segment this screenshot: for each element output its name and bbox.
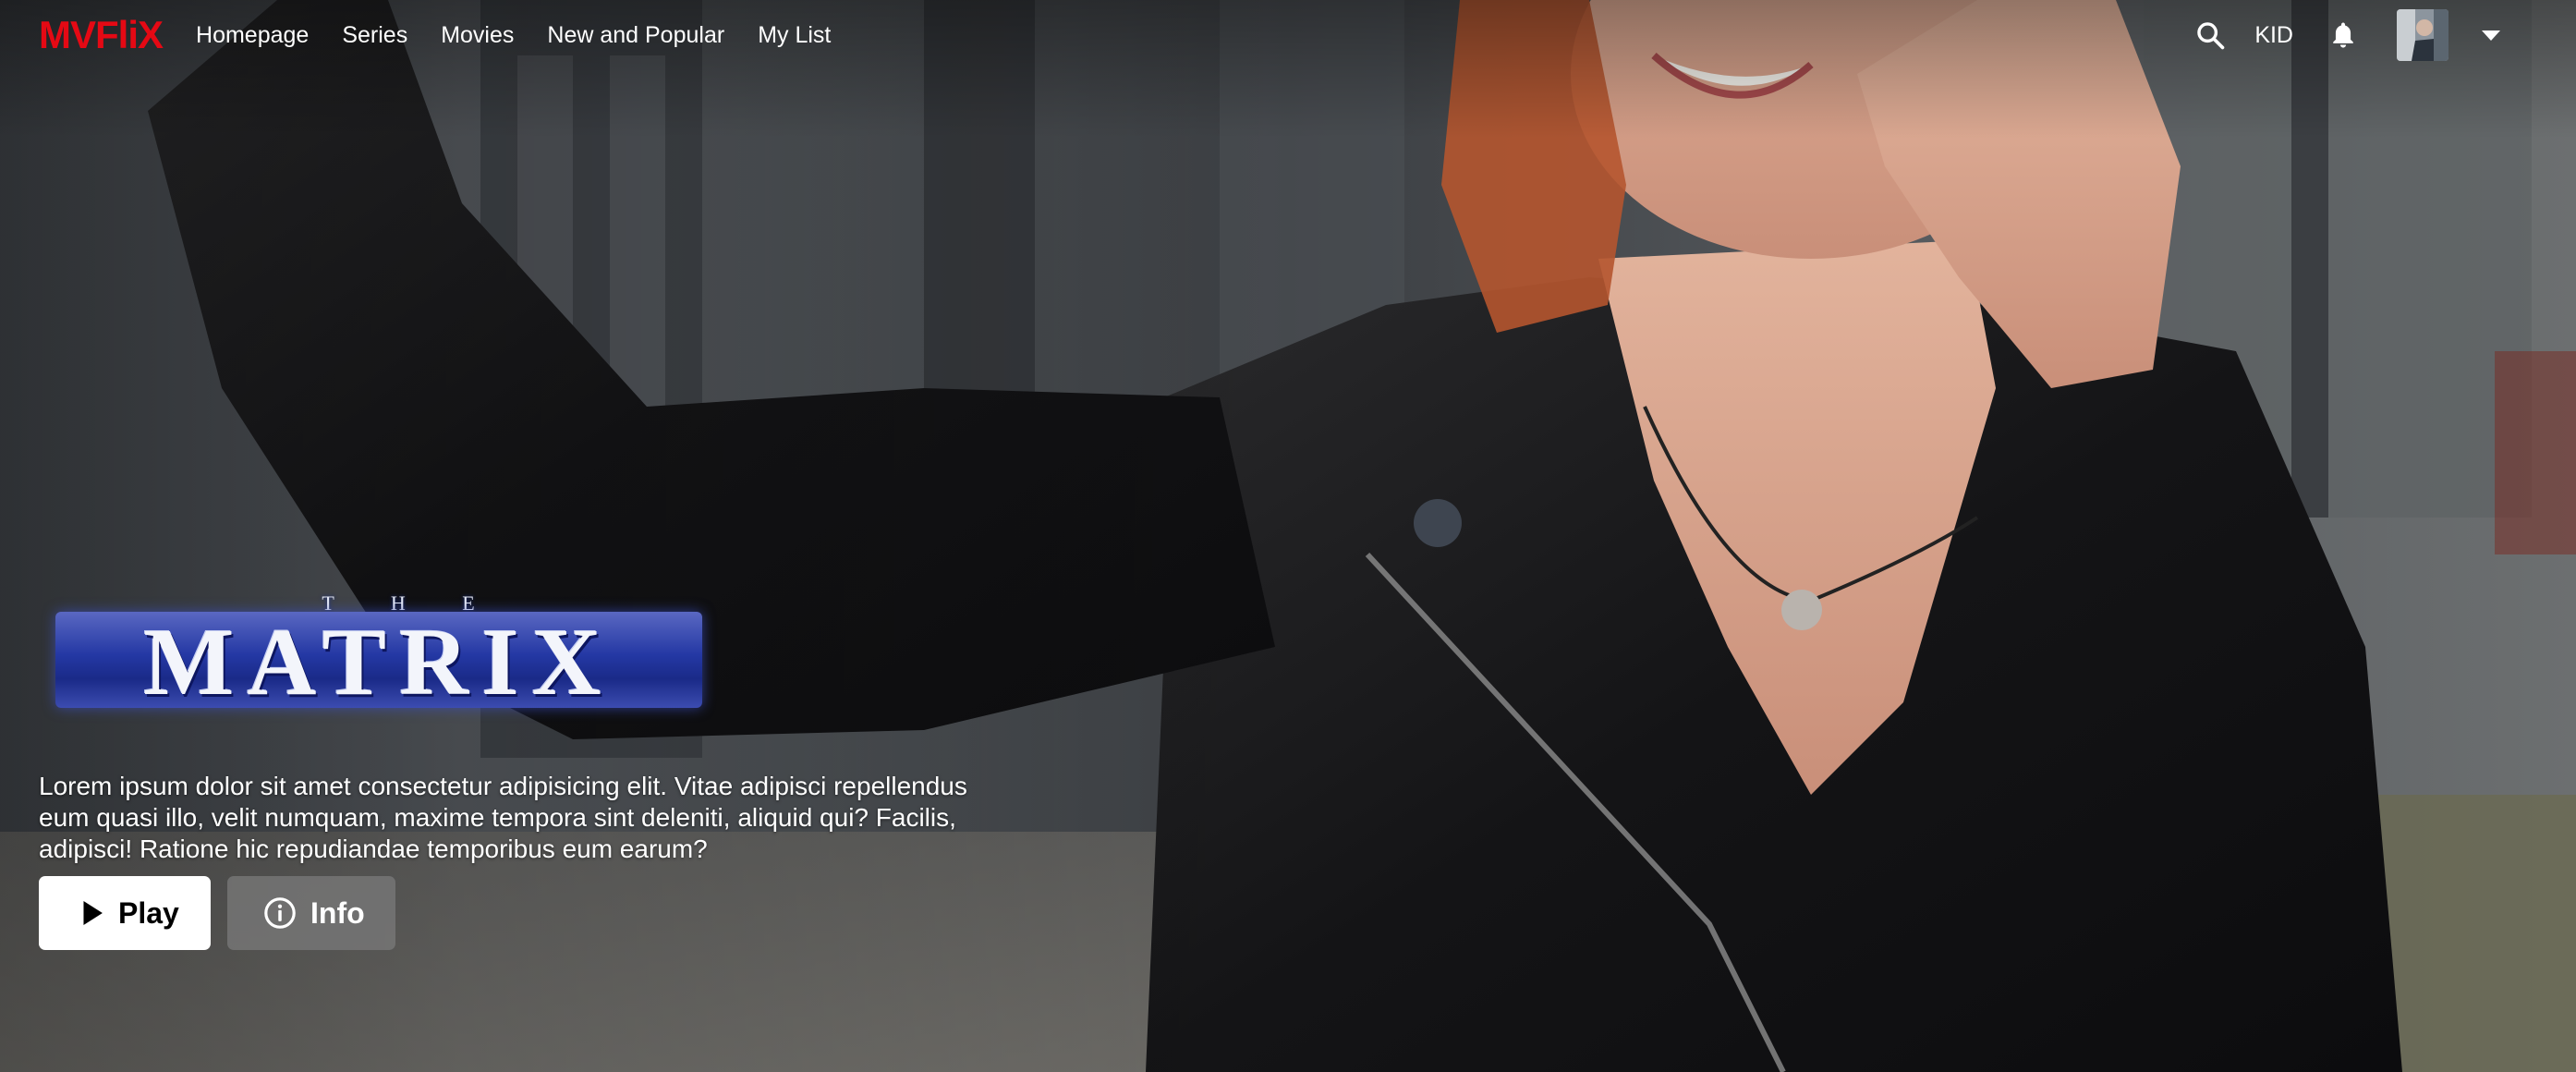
hero-description: Lorem ipsum dolor sit amet consectetur a… [39,772,967,863]
search-icon[interactable] [2193,18,2227,52]
navbar-right-controls: KID [2193,0,2500,70]
kid-profile-link[interactable]: KID [2254,22,2293,49]
top-navbar: MVFliX Homepage Series Movies New and Po… [0,0,2576,70]
play-button-label: Play [118,895,179,930]
title-logo-text: MATRIX [143,609,614,715]
info-icon [262,895,298,931]
title-logo: T H E MATRIX [55,591,702,721]
nav-link-homepage[interactable]: Homepage [196,23,309,47]
hero-page: MVFliX Homepage Series Movies New and Po… [0,0,2576,1072]
brand-logo[interactable]: MVFliX [39,16,164,55]
play-icon [79,899,105,927]
nav-link-series[interactable]: Series [342,23,407,47]
avatar-image [2397,9,2448,61]
bell-icon[interactable] [2327,18,2360,52]
nav-link-my-list[interactable]: My List [758,23,831,47]
info-button[interactable]: Info [227,876,395,950]
caret-down-icon[interactable] [2482,30,2500,41]
title-logo-plate: MATRIX [55,609,702,715]
nav-link-new-and-popular[interactable]: New and Popular [547,23,724,47]
play-button[interactable]: Play [39,876,211,950]
info-button-label: Info [310,895,365,930]
nav-link-movies[interactable]: Movies [441,23,514,47]
avatar[interactable] [2397,9,2448,61]
